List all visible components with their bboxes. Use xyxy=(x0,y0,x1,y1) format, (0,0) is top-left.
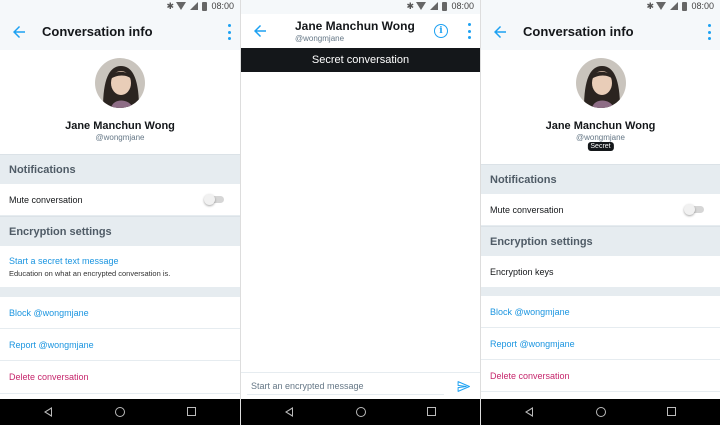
secret-badge: Secret xyxy=(587,142,614,151)
input-underline xyxy=(247,394,444,395)
section-title: Encryption settings xyxy=(490,236,593,248)
bluetooth-icon: ✱ xyxy=(646,0,655,11)
profile-name: Jane Manchun Wong xyxy=(545,120,656,132)
nav-back-icon[interactable] xyxy=(44,407,52,417)
message-composer[interactable]: Start an encrypted message xyxy=(241,372,480,399)
secret-message-link[interactable]: Start a secret text message xyxy=(9,256,119,266)
section-encryption: Encryption settings xyxy=(481,226,720,256)
profile-header: Jane Manchun Wong @wongmjane xyxy=(0,50,240,154)
bluetooth-icon: ✱ xyxy=(406,0,415,11)
block-user-row[interactable]: Block @wongmjane xyxy=(0,297,240,329)
more-vert-icon[interactable] xyxy=(706,24,712,40)
system-nav-bar xyxy=(241,399,480,425)
arrow-left-icon[interactable] xyxy=(251,22,269,40)
divider xyxy=(0,288,240,297)
delete-conversation-button[interactable]: Delete conversation xyxy=(9,372,89,382)
battery-icon xyxy=(202,1,208,11)
wifi-icon xyxy=(176,2,187,10)
status-time: 08:00 xyxy=(211,1,234,11)
mute-label: Mute conversation xyxy=(490,205,564,215)
section-title: Notifications xyxy=(9,164,76,176)
wifi-icon xyxy=(656,2,667,10)
nav-home-icon[interactable] xyxy=(595,407,606,417)
conversation-info-screen: ✱ 08:00 Conversation info Jane Manchun W… xyxy=(0,0,240,425)
report-user-button[interactable]: Report @wongmjane xyxy=(9,340,94,350)
section-title: Notifications xyxy=(490,174,557,186)
avatar[interactable] xyxy=(575,58,626,108)
section-notifications: Notifications xyxy=(481,164,720,194)
secret-conversation-banner: Secret conversation xyxy=(241,48,480,72)
mute-toggle[interactable] xyxy=(684,204,704,215)
more-vert-icon[interactable] xyxy=(226,24,232,40)
app-bar: Conversation info xyxy=(0,14,240,50)
more-vert-icon[interactable] xyxy=(466,23,472,39)
avatar[interactable] xyxy=(95,58,145,108)
report-user-button[interactable]: Report @wongmjane xyxy=(490,339,575,349)
chat-header: Jane Manchun Wong @wongmjane i xyxy=(241,14,480,48)
profile-handle: @wongmjane xyxy=(575,133,626,142)
send-icon[interactable] xyxy=(457,380,470,393)
status-time: 08:00 xyxy=(691,1,714,11)
app-bar: Conversation info xyxy=(481,14,720,50)
nav-recents-icon[interactable] xyxy=(427,407,436,416)
secret-conversation-screen: ✱ 08:00 Jane Manchun Wong @wongmjane i S… xyxy=(240,0,481,425)
divider xyxy=(481,288,720,296)
message-input[interactable]: Start an encrypted message xyxy=(251,381,364,391)
delete-conversation-row[interactable]: Delete conversation xyxy=(0,361,240,394)
nav-back-icon[interactable] xyxy=(285,407,293,417)
page-title: Conversation info xyxy=(42,24,153,39)
battery-icon xyxy=(442,1,448,11)
mute-toggle[interactable] xyxy=(204,194,224,205)
nav-recents-icon[interactable] xyxy=(187,407,196,416)
encryption-keys-label[interactable]: Encryption keys xyxy=(490,267,554,277)
status-time: 08:00 xyxy=(451,1,474,11)
mute-conversation-row[interactable]: Mute conversation xyxy=(0,184,240,216)
conversation-info-secret-screen: ✱ 08:00 Conversation info Jane Manchun W… xyxy=(481,0,720,425)
arrow-left-icon[interactable] xyxy=(10,23,28,41)
nav-home-icon[interactable] xyxy=(115,407,125,417)
start-secret-message-row[interactable]: Start a secret text message Education on… xyxy=(0,246,240,288)
block-user-row[interactable]: Block @wongmjane xyxy=(481,296,720,328)
system-nav-bar xyxy=(481,399,720,425)
page-title: Conversation info xyxy=(523,24,634,39)
nav-back-icon[interactable] xyxy=(525,407,533,417)
delete-conversation-row[interactable]: Delete conversation xyxy=(481,360,720,392)
chat-handle: @wongmjane xyxy=(295,34,345,43)
battery-icon xyxy=(682,1,688,11)
encryption-keys-row[interactable]: Encryption keys xyxy=(481,256,720,288)
chat-title: Jane Manchun Wong xyxy=(295,19,415,33)
report-user-row[interactable]: Report @wongmjane xyxy=(0,329,240,361)
info-icon[interactable]: i xyxy=(434,24,448,38)
section-title: Encryption settings xyxy=(9,226,112,238)
status-bar: ✱ 08:00 xyxy=(241,0,480,14)
status-bar: ✱ 08:00 xyxy=(0,0,240,14)
profile-header: Jane Manchun Wong @wongmjane Secret xyxy=(481,50,720,164)
signal-icon xyxy=(670,2,679,10)
section-encryption: Encryption settings xyxy=(0,216,240,246)
report-user-row[interactable]: Report @wongmjane xyxy=(481,328,720,360)
arrow-left-icon[interactable] xyxy=(491,23,509,41)
signal-icon xyxy=(430,2,439,10)
delete-conversation-button[interactable]: Delete conversation xyxy=(490,371,570,381)
mute-conversation-row[interactable]: Mute conversation xyxy=(481,194,720,226)
wifi-icon xyxy=(416,2,427,10)
profile-handle: @wongmjane xyxy=(95,133,145,142)
nav-home-icon[interactable] xyxy=(355,407,366,417)
secret-message-description: Education on what an encrypted conversat… xyxy=(9,269,171,278)
block-user-button[interactable]: Block @wongmjane xyxy=(9,308,89,318)
status-bar: ✱ 08:00 xyxy=(481,0,720,14)
profile-name: Jane Manchun Wong xyxy=(65,120,175,132)
system-nav-bar xyxy=(0,399,240,425)
block-user-button[interactable]: Block @wongmjane xyxy=(490,307,570,317)
section-notifications: Notifications xyxy=(0,154,240,184)
nav-recents-icon[interactable] xyxy=(667,407,676,416)
bluetooth-icon: ✱ xyxy=(166,0,175,11)
signal-icon xyxy=(190,2,199,10)
mute-label: Mute conversation xyxy=(9,195,83,205)
